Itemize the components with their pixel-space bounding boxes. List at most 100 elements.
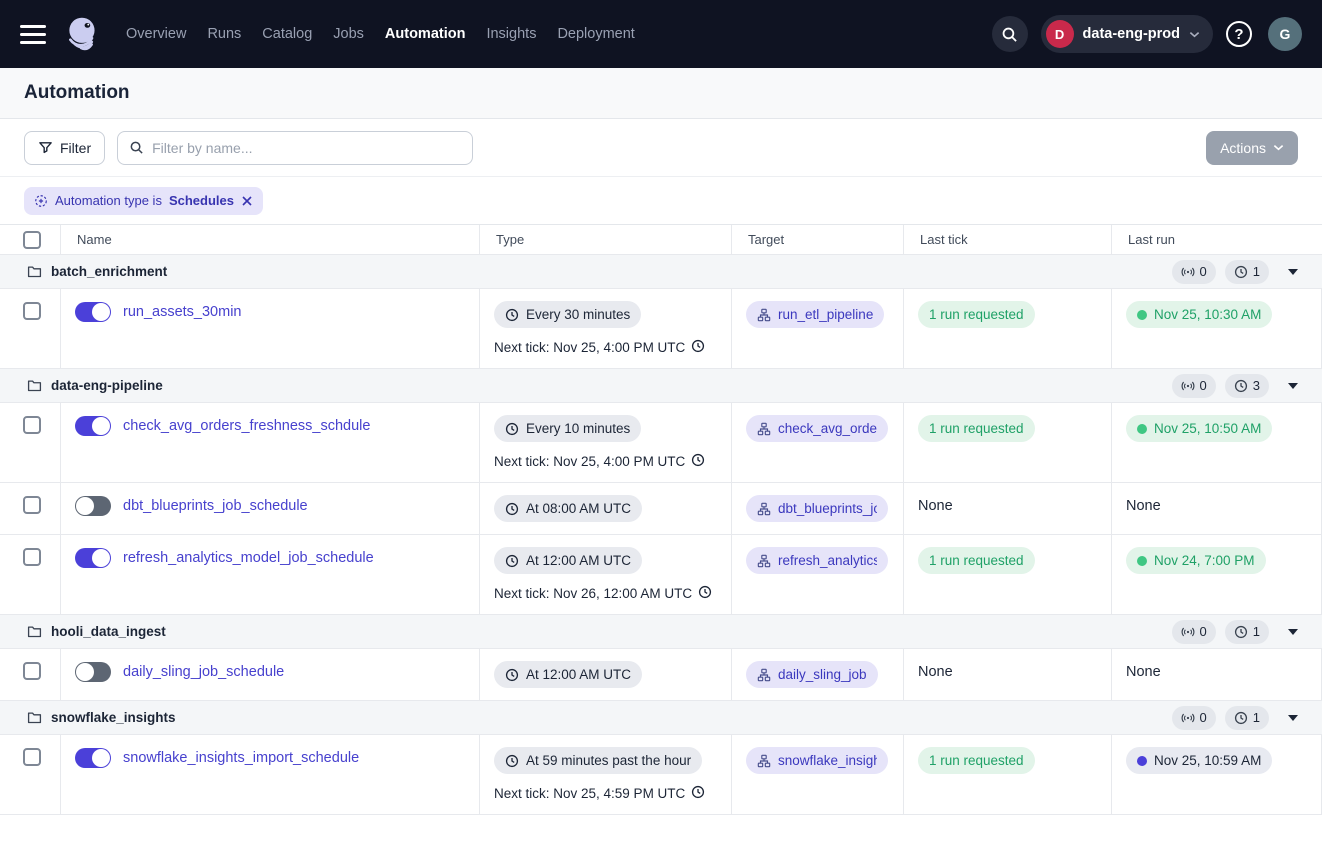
sensor-count-badge[interactable]: 0 — [1172, 374, 1216, 398]
deployment-switcher[interactable]: D data-eng-prod — [1041, 15, 1213, 53]
row-checkbox[interactable] — [23, 496, 41, 514]
target-pill[interactable]: dbt_blueprints_job — [746, 495, 888, 522]
caret-down-icon[interactable] — [1288, 629, 1298, 635]
schedule-toggle[interactable] — [75, 662, 111, 682]
nav-item-deployment[interactable]: Deployment — [557, 26, 634, 42]
target-pill[interactable]: snowflake_insights — [746, 747, 888, 774]
last-run-pill[interactable]: Nov 25, 10:59 AM — [1126, 747, 1272, 774]
clock-icon — [505, 554, 519, 568]
nav-item-runs[interactable]: Runs — [207, 26, 241, 42]
status-dot — [1137, 756, 1147, 766]
top-nav: Overview Runs Catalog Jobs Automation Insight… — [0, 0, 1322, 68]
chevron-down-icon — [1189, 31, 1200, 38]
group-row: snowflake_insights 01 — [0, 701, 1322, 735]
row-checkbox[interactable] — [23, 662, 41, 680]
automation-name-link[interactable]: snowflake_insights_import_schedule — [123, 748, 359, 768]
automation-name-link[interactable]: run_assets_30min — [123, 302, 242, 322]
automation-name-link[interactable]: daily_sling_job_schedule — [123, 662, 284, 682]
schedule-toggle[interactable] — [75, 416, 111, 436]
schedule-toggle[interactable] — [75, 302, 111, 322]
name-filter-input[interactable] — [152, 140, 461, 156]
automation-name-link[interactable]: dbt_blueprints_job_schedule — [123, 496, 308, 516]
folder-icon — [27, 710, 42, 725]
schedule-type-pill: At 12:00 AM UTC — [494, 547, 642, 574]
schedule-type-pill: At 08:00 AM UTC — [494, 495, 642, 522]
target-pill[interactable]: refresh_analytics_r — [746, 547, 888, 574]
filter-chip-value: Schedules — [169, 193, 234, 208]
automation-type-icon — [34, 194, 48, 208]
hamburger-menu-icon[interactable] — [20, 25, 46, 44]
nav-item-catalog[interactable]: Catalog — [262, 26, 312, 42]
avatar[interactable]: G — [1268, 17, 1302, 51]
actions-button[interactable]: Actions — [1206, 131, 1298, 165]
sensor-count-badge[interactable]: 0 — [1172, 260, 1216, 284]
schedule-count-badge[interactable]: 1 — [1225, 260, 1269, 284]
schedule-type-pill: Every 30 minutes — [494, 301, 641, 328]
last-run-pill[interactable]: Nov 25, 10:30 AM — [1126, 301, 1272, 328]
last-tick-pill[interactable]: 1 run requested — [918, 301, 1035, 328]
schedule-toggle[interactable] — [75, 748, 111, 768]
column-header-last-tick: Last tick — [904, 225, 1112, 254]
clock-icon — [691, 453, 705, 470]
filter-button[interactable]: Filter — [24, 131, 105, 165]
table-header: Name Type Target Last tick Last run — [0, 225, 1322, 255]
automation-table: Name Type Target Last tick Last run batc… — [0, 225, 1322, 815]
schedule-count-badge[interactable]: 1 — [1225, 620, 1269, 644]
target-pill[interactable]: run_etl_pipeline — [746, 301, 884, 328]
status-dot — [1137, 310, 1147, 320]
filter-chip-prefix: Automation type is — [55, 193, 162, 208]
nav-item-automation[interactable]: Automation — [385, 26, 466, 42]
schedule-type-pill: At 59 minutes past the hour — [494, 747, 702, 774]
target-pill[interactable]: daily_sling_job — [746, 661, 878, 688]
folder-icon — [27, 624, 42, 639]
caret-down-icon[interactable] — [1288, 715, 1298, 721]
close-icon[interactable] — [241, 195, 253, 207]
job-graph-icon — [757, 554, 771, 568]
clock-icon — [691, 785, 705, 802]
row-checkbox[interactable] — [23, 416, 41, 434]
select-all-checkbox[interactable] — [23, 231, 41, 249]
nav-item-insights[interactable]: Insights — [486, 26, 536, 42]
nav-item-overview[interactable]: Overview — [126, 26, 186, 42]
column-header-type: Type — [480, 225, 732, 254]
job-graph-icon — [757, 422, 771, 436]
caret-down-icon[interactable] — [1288, 383, 1298, 389]
last-tick-pill[interactable]: 1 run requested — [918, 547, 1035, 574]
help-icon[interactable]: ? — [1226, 21, 1252, 47]
column-header-name: Name — [61, 225, 480, 254]
nav-links: Overview Runs Catalog Jobs Automation Insight… — [126, 26, 635, 42]
clock-icon — [505, 308, 519, 322]
sensor-count-badge[interactable]: 0 — [1172, 620, 1216, 644]
nav-item-jobs[interactable]: Jobs — [333, 26, 364, 42]
dagster-logo[interactable] — [62, 13, 104, 55]
target-pill[interactable]: check_avg_orders_ — [746, 415, 888, 442]
deployment-badge: D — [1046, 20, 1074, 48]
search-button[interactable] — [992, 16, 1028, 52]
automation-row: dbt_blueprints_job_schedule At 08:00 AM U… — [0, 483, 1322, 535]
last-tick-pill[interactable]: 1 run requested — [918, 747, 1035, 774]
chevron-down-icon — [1273, 144, 1284, 151]
row-checkbox[interactable] — [23, 548, 41, 566]
row-checkbox[interactable] — [23, 748, 41, 766]
last-tick-none: None — [918, 664, 953, 680]
filter-icon — [38, 140, 53, 155]
last-run-pill[interactable]: Nov 25, 10:50 AM — [1126, 415, 1272, 442]
automation-name-link[interactable]: refresh_analytics_model_job_schedule — [123, 548, 374, 568]
sensor-count-badge[interactable]: 0 — [1172, 706, 1216, 730]
last-tick-pill[interactable]: 1 run requested — [918, 415, 1035, 442]
clock-icon — [505, 754, 519, 768]
last-run-pill[interactable]: Nov 24, 7:00 PM — [1126, 547, 1266, 574]
automation-type-filter-chip[interactable]: Automation type is Schedules — [24, 187, 263, 215]
search-icon — [1001, 26, 1018, 43]
schedule-toggle[interactable] — [75, 548, 111, 568]
schedule-count-badge[interactable]: 1 — [1225, 706, 1269, 730]
row-checkbox[interactable] — [23, 302, 41, 320]
job-graph-icon — [757, 502, 771, 516]
automation-name-link[interactable]: check_avg_orders_freshness_schdule — [123, 416, 370, 436]
group-name: snowflake_insights — [51, 710, 176, 725]
clock-icon — [691, 339, 705, 356]
schedule-count-badge[interactable]: 3 — [1225, 374, 1269, 398]
schedule-toggle[interactable] — [75, 496, 111, 516]
caret-down-icon[interactable] — [1288, 269, 1298, 275]
group-name: batch_enrichment — [51, 264, 167, 279]
